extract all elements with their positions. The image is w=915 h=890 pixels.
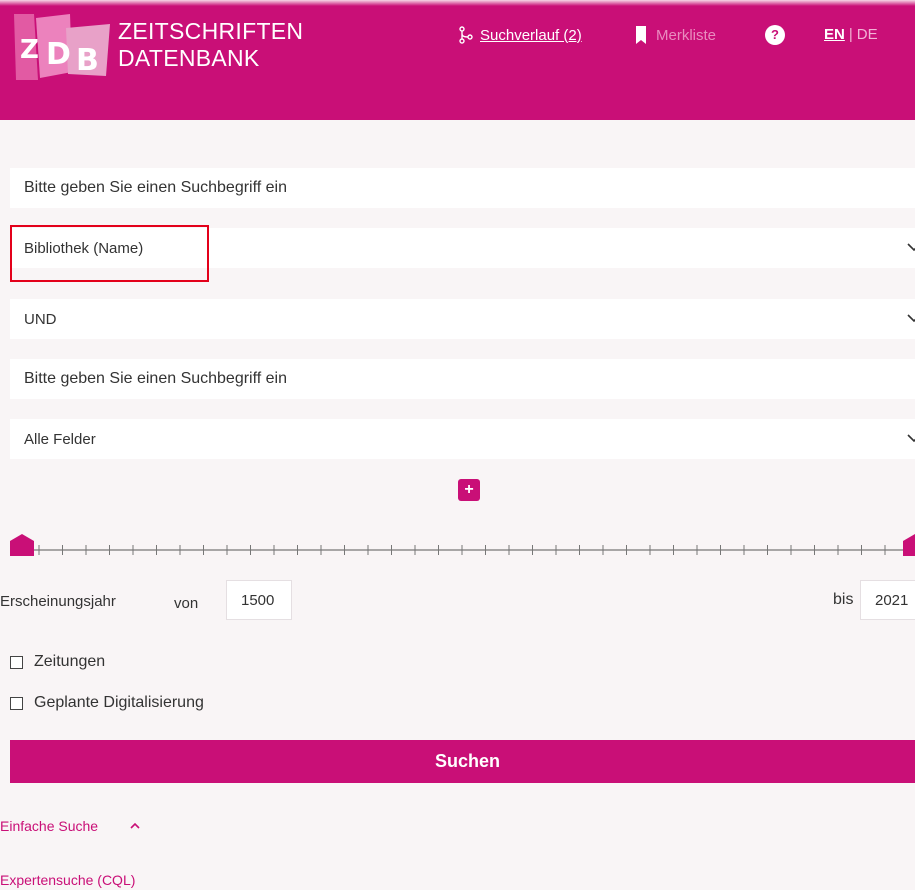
- simple-search-label-wrap: Einfache Suche: [0, 818, 118, 834]
- chevron-down-icon: [907, 243, 915, 252]
- svg-text:Z: Z: [20, 35, 39, 65]
- year-from-input[interactable]: 1500: [226, 580, 292, 620]
- lang-en-link[interactable]: EN: [824, 26, 845, 43]
- from-label: von: [174, 595, 199, 612]
- to-label: bis: [833, 591, 854, 608]
- digitization-checkbox[interactable]: Geplante Digitalisierung: [10, 694, 204, 712]
- bookmarks-label: Merkliste: [656, 26, 717, 44]
- site-title-line2: DATENBANK: [118, 45, 260, 71]
- chevron-down-icon: [907, 434, 915, 443]
- bookmarks-link[interactable]: Merkliste: [636, 26, 716, 44]
- search-term-1-input[interactable]: Bitte geben Sie einen Suchbegriff ein: [10, 168, 915, 208]
- chevron-down-icon: [907, 314, 915, 323]
- expert-search-label: Expertensuche (CQL): [0, 872, 136, 888]
- add-row-button[interactable]: +: [458, 479, 480, 501]
- operator-value: UND: [24, 310, 57, 328]
- slider-handle-left[interactable]: [10, 534, 34, 556]
- site-header: Z D B ZEITSCHRIFTEN DATENBANK Suchverlau…: [0, 0, 915, 120]
- lang-separator: |: [848, 26, 853, 43]
- year-range-slider[interactable]: [0, 530, 915, 560]
- site-title-line1: ZEITSCHRIFTEN: [118, 18, 304, 44]
- operator-select[interactable]: UND: [10, 299, 915, 339]
- language-switch: EN | DE: [824, 26, 878, 43]
- svg-text:D: D: [46, 37, 71, 72]
- slider-handle-right[interactable]: [903, 534, 915, 556]
- search-button[interactable]: Suchen: [10, 740, 915, 783]
- highlight-box: [10, 225, 209, 282]
- search-term-2-placeholder: Bitte geben Sie einen Suchbegriff ein: [24, 370, 288, 387]
- search-term-1-placeholder: Bitte geben Sie einen Suchbegriff ein: [24, 179, 288, 196]
- digitization-checkbox-box[interactable]: [10, 696, 23, 710]
- lang-de-link[interactable]: DE: [857, 26, 878, 43]
- search-field-2-value: Alle Felder: [24, 430, 96, 448]
- search-field-2-select[interactable]: Alle Felder: [10, 419, 915, 459]
- newspapers-checkbox-box[interactable]: [10, 655, 23, 669]
- simple-search-link[interactable]: Einfache Suche: [0, 818, 141, 834]
- site-title[interactable]: ZEITSCHRIFTEN DATENBANK: [118, 18, 303, 72]
- search-term-2-input[interactable]: Bitte geben Sie einen Suchbegriff ein: [10, 359, 915, 399]
- search-history-link[interactable]: Suchverlauf (2): [458, 26, 582, 44]
- chevron-up-icon: [130, 822, 140, 829]
- help-icon[interactable]: ?: [765, 25, 785, 45]
- newspapers-checkbox[interactable]: Zeitungen: [10, 653, 105, 671]
- expert-search-link[interactable]: Expertensuche (CQL): [0, 872, 140, 888]
- year-from-value: 1500: [241, 591, 275, 609]
- svg-text:B: B: [76, 43, 99, 78]
- newspapers-checkbox-label: Zeitungen: [34, 653, 106, 670]
- zdb-logo-icon[interactable]: Z D B: [10, 12, 114, 82]
- bookmark-icon: [636, 26, 646, 44]
- simple-search-label: Einfache Suche: [0, 818, 99, 834]
- search-history-label: Suchverlauf (2): [480, 26, 582, 44]
- history-tree-icon: [459, 26, 473, 44]
- year-label-text: Erscheinungsjahr: [0, 593, 116, 610]
- year-label: Erscheinungsjahr: [0, 593, 141, 610]
- year-to-value: 2021: [875, 591, 909, 609]
- digitization-checkbox-label: Geplante Digitalisierung: [34, 694, 204, 711]
- year-to-input[interactable]: 2021: [860, 580, 915, 620]
